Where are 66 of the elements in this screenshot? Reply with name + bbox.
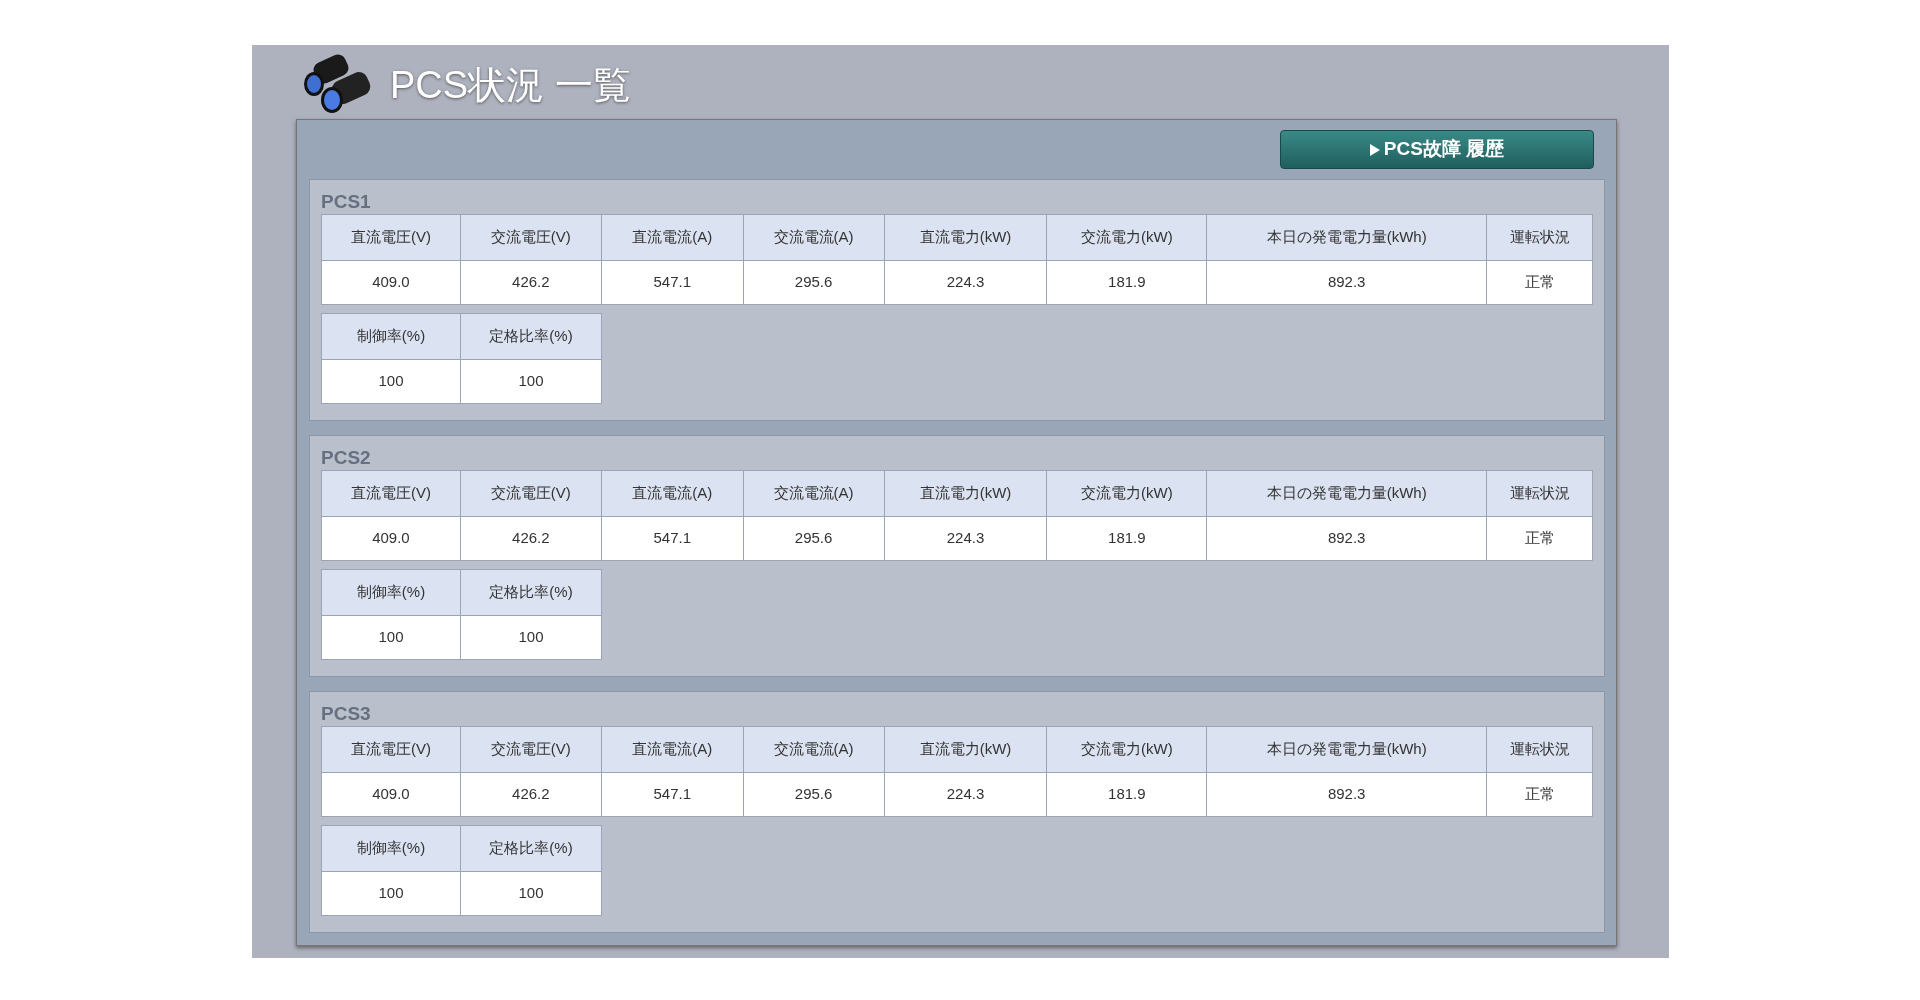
column-header: 運転状況 bbox=[1486, 470, 1593, 517]
column-header: 交流電圧(V) bbox=[460, 726, 602, 773]
table-cell: 正常 bbox=[1486, 260, 1593, 305]
column-header: 制御率(%) bbox=[321, 313, 461, 360]
column-header: 定格比率(%) bbox=[460, 569, 602, 616]
column-header: 交流電流(A) bbox=[743, 470, 885, 517]
column-header: 定格比率(%) bbox=[460, 313, 602, 360]
table-cell: 426.2 bbox=[460, 516, 602, 561]
column-header: 交流電力(kW) bbox=[1046, 726, 1207, 773]
unit-name: PCS2 bbox=[321, 446, 372, 470]
table-cell: 181.9 bbox=[1046, 516, 1207, 561]
table-cell: 181.9 bbox=[1046, 260, 1207, 305]
column-header: 本日の発電電力量(kWh) bbox=[1206, 726, 1487, 773]
table-cell: 正常 bbox=[1486, 516, 1593, 561]
table-cell: 224.3 bbox=[884, 260, 1047, 305]
table-cell: 100 bbox=[460, 871, 602, 916]
table-cell: 426.2 bbox=[460, 260, 602, 305]
table-cell: 547.1 bbox=[601, 516, 744, 561]
column-header: 交流電圧(V) bbox=[460, 214, 602, 261]
play-icon bbox=[1369, 143, 1380, 156]
column-header: 直流電圧(V) bbox=[321, 214, 461, 261]
column-header: 直流電力(kW) bbox=[884, 726, 1047, 773]
column-header: 本日の発電電力量(kWh) bbox=[1206, 470, 1487, 517]
table-cell: 547.1 bbox=[601, 772, 744, 817]
column-header: 交流電流(A) bbox=[743, 214, 885, 261]
table-cell: 892.3 bbox=[1206, 260, 1487, 305]
unit-name: PCS3 bbox=[321, 702, 372, 726]
column-header: 本日の発電電力量(kWh) bbox=[1206, 214, 1487, 261]
table-cell: 224.3 bbox=[884, 772, 1047, 817]
table-cell: 892.3 bbox=[1206, 516, 1487, 561]
column-header: 直流電流(A) bbox=[601, 726, 744, 773]
column-header: 直流電圧(V) bbox=[321, 726, 461, 773]
table-cell: 409.0 bbox=[321, 516, 461, 561]
column-header: 交流電力(kW) bbox=[1046, 214, 1207, 261]
column-header: 直流電圧(V) bbox=[321, 470, 461, 517]
history-button[interactable]: PCS故障 履歴 bbox=[1280, 130, 1594, 169]
table-cell: 100 bbox=[321, 359, 461, 404]
table-cell: 295.6 bbox=[743, 772, 885, 817]
column-header: 定格比率(%) bbox=[460, 825, 602, 872]
table-cell: 224.3 bbox=[884, 516, 1047, 561]
table-cell: 409.0 bbox=[321, 260, 461, 305]
table-cell: 295.6 bbox=[743, 260, 885, 305]
table-cell: 409.0 bbox=[321, 772, 461, 817]
unit-name: PCS1 bbox=[321, 190, 372, 214]
column-header: 制御率(%) bbox=[321, 825, 461, 872]
table-cell: 426.2 bbox=[460, 772, 602, 817]
table-cell: 547.1 bbox=[601, 260, 744, 305]
column-header: 交流電圧(V) bbox=[460, 470, 602, 517]
table-cell: 892.3 bbox=[1206, 772, 1487, 817]
table-cell: 100 bbox=[460, 615, 602, 660]
column-header: 直流電力(kW) bbox=[884, 214, 1047, 261]
table-cell: 100 bbox=[321, 871, 461, 916]
table-cell: 正常 bbox=[1486, 772, 1593, 817]
column-header: 交流電流(A) bbox=[743, 726, 885, 773]
table-cell: 181.9 bbox=[1046, 772, 1207, 817]
column-header: 運転状況 bbox=[1486, 214, 1593, 261]
column-header: 直流電力(kW) bbox=[884, 470, 1047, 517]
column-header: 運転状況 bbox=[1486, 726, 1593, 773]
column-header: 制御率(%) bbox=[321, 569, 461, 616]
table-cell: 295.6 bbox=[743, 516, 885, 561]
table-cell: 100 bbox=[321, 615, 461, 660]
column-header: 交流電力(kW) bbox=[1046, 470, 1207, 517]
page-title: PCS状況 一覧 bbox=[390, 62, 631, 108]
column-header: 直流電流(A) bbox=[601, 214, 744, 261]
column-header: 直流電流(A) bbox=[601, 470, 744, 517]
table-cell: 100 bbox=[460, 359, 602, 404]
